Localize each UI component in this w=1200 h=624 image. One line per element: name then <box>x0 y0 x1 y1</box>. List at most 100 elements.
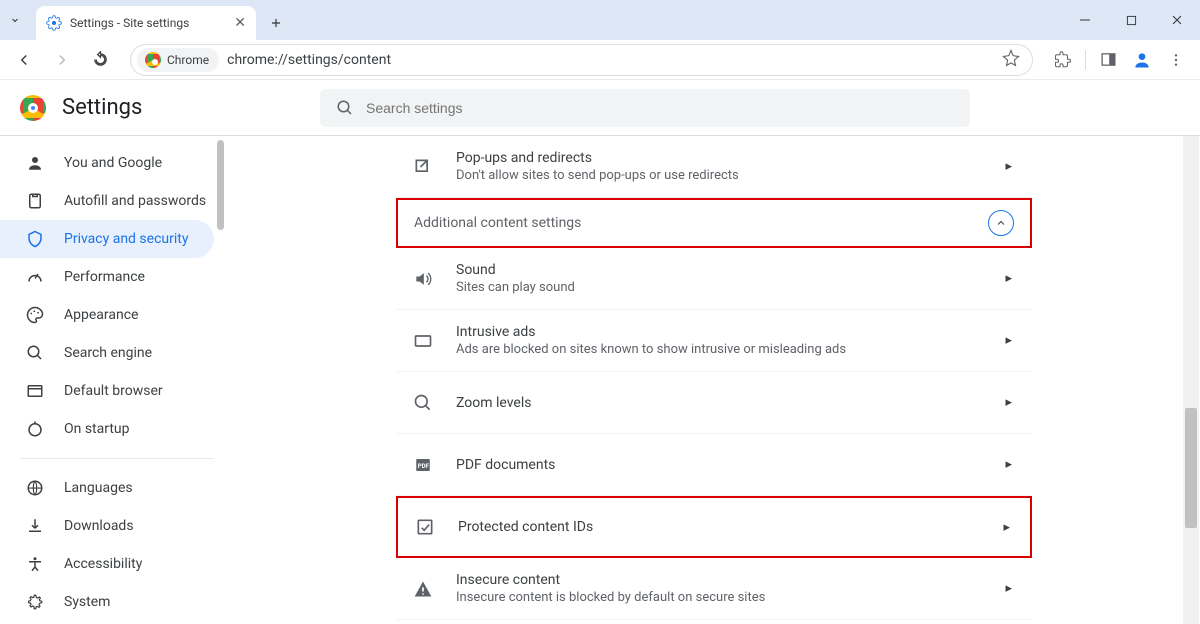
sidebar-item-performance[interactable]: Performance <box>0 258 214 296</box>
search-icon <box>336 99 354 117</box>
search-settings-input[interactable] <box>366 100 954 116</box>
row-subtitle: Insecure content is blocked by default o… <box>456 590 1005 605</box>
maximize-button[interactable] <box>1108 0 1154 40</box>
side-panel-button[interactable] <box>1092 44 1124 76</box>
sound-icon <box>412 268 434 290</box>
menu-button[interactable] <box>1160 44 1192 76</box>
sidebar-item-accessibility[interactable]: Accessibility <box>0 545 214 583</box>
address-bar[interactable]: Chrome chrome://settings/content <box>130 44 1033 76</box>
row-insecure-content[interactable]: Insecure content Insecure content is blo… <box>396 558 1032 620</box>
sidebar-item-label: Performance <box>64 269 145 285</box>
sidebar-item-label: Autofill and passwords <box>64 193 206 209</box>
sidebar-item-autofill[interactable]: Autofill and passwords <box>0 182 214 220</box>
site-chip[interactable]: Chrome <box>137 48 219 72</box>
sidebar-item-label: On startup <box>64 421 130 437</box>
row-zoom-levels[interactable]: Zoom levels ▸ <box>396 372 1032 434</box>
row-subtitle: Ads are blocked on sites known to show i… <box>456 342 1005 357</box>
reload-button[interactable] <box>84 44 116 76</box>
row-subtitle: Sites can play sound <box>456 280 1005 295</box>
sidebar-item-label: System <box>64 594 110 610</box>
chevron-up-icon <box>995 217 1007 229</box>
row-sound[interactable]: Sound Sites can play sound ▸ <box>396 248 1032 310</box>
new-tab-button[interactable] <box>262 9 290 37</box>
browser-toolbar: Chrome chrome://settings/content <box>0 40 1200 80</box>
url-text: chrome://settings/content <box>227 52 994 68</box>
settings-header: Settings <box>0 80 1200 136</box>
profile-button[interactable] <box>1126 44 1158 76</box>
sidebar-item-label: Accessibility <box>64 556 142 572</box>
sidebar-item-label: Search engine <box>64 345 152 361</box>
close-window-button[interactable] <box>1154 0 1200 40</box>
chevron-right-icon: ▸ <box>1005 271 1012 286</box>
chevron-right-icon: ▸ <box>1005 457 1012 472</box>
row-title: Protected content IDs <box>458 519 1003 535</box>
svg-text:PDF: PDF <box>418 463 430 470</box>
main-scrollbar-track[interactable] <box>1183 136 1199 624</box>
sidebar-scrollbar[interactable] <box>217 140 224 230</box>
sidebar-item-label: Appearance <box>64 307 138 323</box>
gear-icon <box>46 15 62 31</box>
sidebar-item-system[interactable]: System <box>0 583 214 621</box>
minimize-button[interactable] <box>1062 0 1108 40</box>
sidebar-item-default-browser[interactable]: Default browser <box>0 372 214 410</box>
sidebar-item-downloads[interactable]: Downloads <box>0 507 214 545</box>
zoom-icon <box>412 392 434 414</box>
window-controls <box>1062 0 1200 40</box>
popup-icon <box>412 156 434 178</box>
tabs-dropdown-button[interactable] <box>0 0 30 40</box>
chrome-icon <box>145 52 161 68</box>
close-tab-button[interactable]: ✕ <box>234 15 246 31</box>
settings-sidebar: You and Google Autofill and passwords Pr… <box>0 136 228 624</box>
chevron-right-icon: ▸ <box>1005 581 1012 596</box>
row-protected-content-ids[interactable]: Protected content IDs ▸ <box>396 496 1032 558</box>
sidebar-item-privacy[interactable]: Privacy and security <box>0 220 214 258</box>
search-settings-box[interactable] <box>320 89 970 127</box>
browser-tab[interactable]: Settings - Site settings ✕ <box>36 6 256 40</box>
separator <box>1085 50 1086 70</box>
additional-content-settings-header[interactable]: Additional content settings <box>396 198 1032 248</box>
sidebar-separator <box>20 458 214 459</box>
row-title: Pop-ups and redirects <box>456 150 1005 166</box>
section-title: Additional content settings <box>414 215 581 231</box>
sidebar-item-label: You and Google <box>64 155 162 171</box>
row-title: Sound <box>456 262 1005 278</box>
row-popups-redirects[interactable]: Pop-ups and redirects Don't allow sites … <box>396 136 1032 198</box>
row-subtitle: Don't allow sites to send pop-ups or use… <box>456 168 1005 183</box>
chrome-logo-icon <box>20 95 46 121</box>
sidebar-item-you-and-google[interactable]: You and Google <box>0 144 214 182</box>
collapse-button[interactable] <box>988 210 1014 236</box>
ads-icon <box>412 330 434 352</box>
row-third-party-signin[interactable]: Third-party sign-in <box>396 620 1032 624</box>
pdf-icon: PDF <box>412 454 434 476</box>
sidebar-item-languages[interactable]: Languages <box>0 469 214 507</box>
sidebar-item-label: Privacy and security <box>64 231 188 247</box>
sidebar-item-label: Downloads <box>64 518 134 534</box>
page-title: Settings <box>62 95 142 120</box>
chevron-right-icon: ▸ <box>1005 333 1012 348</box>
settings-content: Pop-ups and redirects Don't allow sites … <box>228 136 1200 624</box>
sidebar-item-appearance[interactable]: Appearance <box>0 296 214 334</box>
browser-titlebar: Settings - Site settings ✕ <box>0 0 1200 40</box>
row-title: Insecure content <box>456 572 1005 588</box>
row-pdf-documents[interactable]: PDF PDF documents ▸ <box>396 434 1032 496</box>
sidebar-item-on-startup[interactable]: On startup <box>0 410 214 448</box>
bookmark-star-icon[interactable] <box>1002 49 1020 71</box>
extensions-button[interactable] <box>1047 44 1079 76</box>
tab-title: Settings - Site settings <box>70 16 189 30</box>
warning-icon <box>412 578 434 600</box>
row-title: PDF documents <box>456 457 1005 473</box>
row-intrusive-ads[interactable]: Intrusive ads Ads are blocked on sites k… <box>396 310 1032 372</box>
forward-button[interactable] <box>46 44 78 76</box>
sidebar-item-label: Languages <box>64 480 133 496</box>
chevron-right-icon: ▸ <box>1005 159 1012 174</box>
chevron-right-icon: ▸ <box>1003 520 1010 535</box>
sidebar-item-search-engine[interactable]: Search engine <box>0 334 214 372</box>
row-title: Intrusive ads <box>456 324 1005 340</box>
protected-content-icon <box>414 516 436 538</box>
chevron-right-icon: ▸ <box>1005 395 1012 410</box>
back-button[interactable] <box>8 44 40 76</box>
sidebar-item-label: Default browser <box>64 383 163 399</box>
main-scrollbar-thumb[interactable] <box>1185 408 1197 528</box>
row-title: Zoom levels <box>456 395 1005 411</box>
site-chip-label: Chrome <box>167 53 209 67</box>
